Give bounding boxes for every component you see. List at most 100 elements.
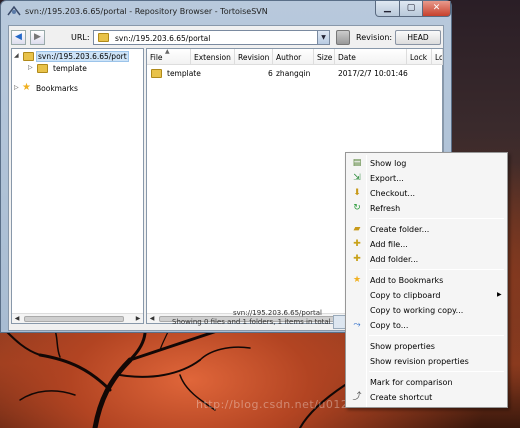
scroll-left-icon[interactable]: ◀ — [147, 314, 157, 324]
folder-icon — [98, 33, 109, 42]
tortoisesvn-app-icon — [7, 5, 21, 18]
menu-item-label: Show revision properties — [370, 357, 469, 366]
head-revision-button[interactable]: HEAD — [395, 30, 441, 45]
menu-item-label: Refresh — [370, 204, 401, 213]
shortcut-icon: ⤴ — [352, 392, 362, 402]
column-header-label: Author — [276, 53, 302, 62]
forward-button[interactable]: ▶ — [30, 30, 45, 45]
expand-icon[interactable]: ▷ — [28, 64, 33, 71]
menu-item-label: Create shortcut — [370, 393, 433, 402]
tree-item-label: svn://195.203.6.65/port — [36, 51, 129, 62]
revision-icon[interactable] — [336, 30, 350, 45]
menu-item-export[interactable]: ⇲ Export... — [348, 171, 506, 186]
column-header-file[interactable]: ▲ File — [147, 49, 191, 65]
forward-arrow-icon: ▶ — [34, 32, 41, 42]
menu-separator — [369, 269, 504, 270]
close-button[interactable]: ✕ — [422, 1, 451, 17]
scroll-right-icon[interactable]: ▶ — [133, 314, 143, 324]
menu-item-show-log[interactable]: ▤ Show log — [348, 156, 506, 171]
file-author: zhangqin — [276, 69, 311, 78]
column-header-label: Date — [338, 53, 356, 62]
column-header-label: Size — [317, 53, 333, 62]
table-row[interactable]: template 6 zhangqin 2017/2/7 10:01:46 — [147, 67, 443, 80]
add-folder-icon: ✚ — [353, 254, 361, 264]
star-icon: ★ — [352, 275, 362, 285]
status-url: svn://195.203.6.65/portal — [233, 309, 323, 317]
column-header-author[interactable]: Author — [273, 49, 314, 65]
file-name: template — [167, 69, 201, 78]
title-bar[interactable]: svn://195.203.6.65/portal - Repository B… — [1, 1, 451, 23]
tree-item-root[interactable]: ◢ svn://195.203.6.65/port — [14, 51, 144, 63]
menu-item-label: Add file... — [370, 240, 408, 249]
menu-item-label: Add to Bookmarks — [370, 276, 444, 285]
url-combobox[interactable]: svn://195.203.6.65/portal ▼ — [93, 30, 330, 45]
tree-item-bookmarks[interactable]: ▷ ★ Bookmarks — [14, 82, 134, 95]
menu-item-show-revision-properties[interactable]: Show revision properties — [348, 354, 506, 369]
column-header-date[interactable]: Date — [335, 49, 407, 65]
menu-item-add-to-bookmarks[interactable]: ★ Add to Bookmarks — [348, 273, 506, 288]
menu-item-label: Mark for comparison — [370, 378, 453, 387]
menu-item-label: Copy to... — [370, 321, 409, 330]
column-header-lock-2[interactable]: Lo — [432, 49, 443, 65]
menu-item-label: Copy to clipboard — [370, 291, 441, 300]
column-header-label: Lo — [435, 53, 443, 62]
repository-tree[interactable]: ◢ svn://195.203.6.65/port ▷ template ▷ ★… — [11, 48, 144, 324]
column-header-label: File — [150, 53, 163, 62]
back-arrow-icon: ◀ — [15, 32, 22, 42]
refresh-icon: ↻ — [353, 203, 361, 213]
column-header-label: Extension — [194, 53, 231, 62]
context-menu: ▤ Show log ⇲ Export... ⬇ Checkout... ↻ R… — [345, 152, 508, 408]
add-file-icon: ✚ — [353, 239, 361, 249]
column-header-size[interactable]: Size — [314, 49, 335, 65]
revision-label: Revision: — [356, 33, 393, 42]
tree-item-template[interactable]: ▷ template — [28, 63, 138, 75]
folder-icon — [23, 52, 34, 61]
menu-item-label: Show log — [370, 159, 407, 168]
column-header-extension[interactable]: Extension — [191, 49, 235, 65]
menu-item-label: Copy to working copy... — [370, 306, 464, 315]
menu-item-refresh[interactable]: ↻ Refresh — [348, 201, 506, 216]
back-button[interactable]: ◀ — [11, 30, 26, 45]
column-header-label: Lock — [410, 53, 428, 62]
menu-item-copy-to-working-copy[interactable]: Copy to working copy... — [348, 303, 506, 318]
menu-item-show-properties[interactable]: Show properties — [348, 339, 506, 354]
file-revision: 6 — [268, 69, 273, 78]
column-header-label: Revision — [238, 53, 270, 62]
url-dropdown-button[interactable]: ▼ — [317, 31, 329, 44]
minimize-button[interactable]: ▁ — [375, 1, 400, 17]
menu-item-label: Checkout... — [370, 189, 416, 198]
column-header-lock[interactable]: Lock — [407, 49, 432, 65]
submenu-arrow-icon: ▶ — [497, 291, 502, 298]
menu-item-copy-to[interactable]: ⤳ Copy to... — [348, 318, 506, 333]
maximize-button[interactable]: ▢ — [399, 1, 423, 17]
column-header-revision[interactable]: Revision — [235, 49, 273, 65]
menu-item-add-folder[interactable]: ✚ Add folder... — [348, 252, 506, 267]
file-date: 2017/2/7 10:01:46 — [338, 69, 408, 78]
menu-item-label: Create folder... — [370, 225, 430, 234]
folder-icon — [37, 64, 48, 73]
tree-horizontal-scrollbar[interactable]: ◀ ▶ — [12, 313, 143, 323]
scroll-left-icon[interactable]: ◀ — [12, 314, 22, 324]
menu-separator — [369, 371, 504, 372]
tree-item-label: template — [53, 64, 87, 73]
collapse-icon[interactable]: ◢ — [14, 52, 19, 59]
copy-to-icon: ⤳ — [353, 320, 361, 330]
menu-separator — [369, 218, 504, 219]
menu-item-create-shortcut[interactable]: ⤴ Create shortcut — [348, 390, 506, 405]
folder-icon — [151, 69, 162, 78]
menu-item-add-file[interactable]: ✚ Add file... — [348, 237, 506, 252]
menu-item-create-folder[interactable]: ▰ Create folder... — [348, 222, 506, 237]
menu-item-checkout[interactable]: ⬇ Checkout... — [348, 186, 506, 201]
tree-item-label: Bookmarks — [36, 84, 78, 93]
scrollbar-thumb[interactable] — [24, 316, 124, 322]
menu-item-mark-for-comparison[interactable]: Mark for comparison — [348, 375, 506, 390]
log-icon: ▤ — [352, 158, 362, 168]
menu-item-label: Add folder... — [370, 255, 419, 264]
url-label: URL: — [71, 33, 90, 42]
menu-item-copy-to-clipboard[interactable]: Copy to clipboard ▶ — [348, 288, 506, 303]
expand-icon[interactable]: ▷ — [14, 84, 19, 91]
sort-ascending-icon: ▲ — [165, 49, 170, 55]
status-summary: Showing 0 files and 1 folders, 1 items i… — [172, 318, 331, 326]
url-value[interactable]: svn://195.203.6.65/portal — [115, 34, 210, 43]
export-icon: ⇲ — [353, 173, 361, 183]
